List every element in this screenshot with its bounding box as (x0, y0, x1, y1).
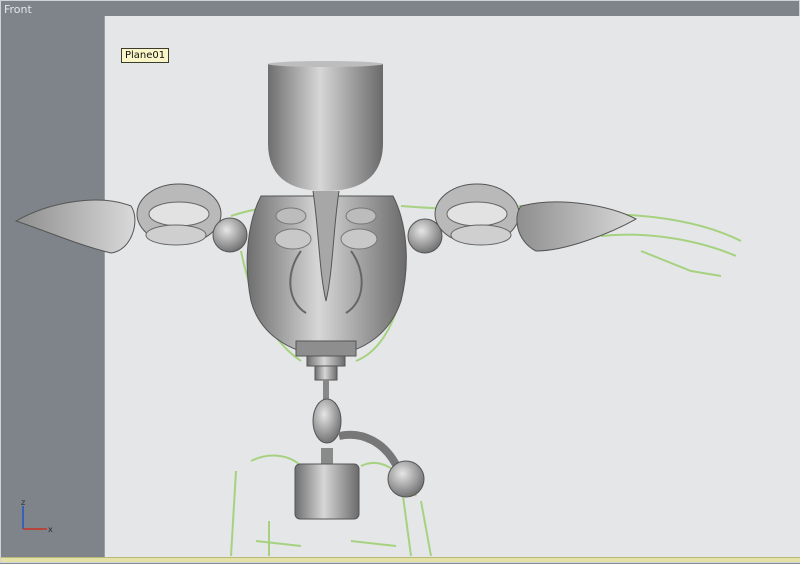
x-axis-label: x (48, 525, 53, 534)
z-axis-label: z (21, 498, 25, 507)
left-arm (14, 183, 248, 254)
viewport-bottom-bar (1, 557, 800, 562)
front-viewport[interactable]: Front Plane01 z x (0, 0, 800, 563)
head-cylinder (268, 61, 383, 191)
object-name-tooltip: Plane01 (121, 48, 170, 63)
torso (246, 190, 407, 357)
right-arm (407, 183, 638, 254)
lower-stem (294, 355, 425, 520)
axis-gizmo: z x (21, 498, 53, 534)
robot-model-scene[interactable] (1, 1, 800, 564)
